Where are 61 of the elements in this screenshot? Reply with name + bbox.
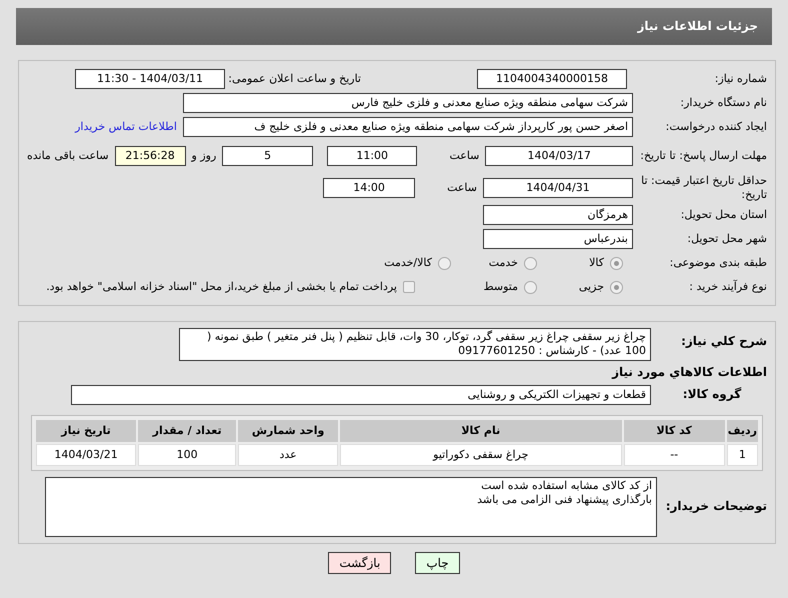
field-label: ساعت باقی مانده — [26, 149, 109, 163]
field-label: استان محل تحویل: — [680, 208, 767, 222]
column-header: تاریخ نیاز — [36, 420, 136, 442]
text-field[interactable]: قطعات و تجهیزات الکتریکی و روشنایی — [71, 384, 651, 405]
field-label: ساعت — [447, 181, 477, 195]
option-label: خدمت — [488, 256, 518, 270]
field-label: نام دستگاه خریدار: — [679, 96, 767, 110]
field-label: روز و — [192, 149, 216, 163]
text-field[interactable]: 5 — [222, 146, 313, 166]
table-cell: -- — [624, 444, 725, 466]
table-cell: 1404/03/21 — [36, 444, 136, 466]
text-field[interactable]: 21:56:28 — [114, 146, 186, 166]
checkbox[interactable] — [403, 281, 415, 293]
text-field[interactable]: 11:00 — [326, 146, 418, 166]
column-header: ردیف — [726, 420, 758, 442]
radio-button[interactable] — [524, 256, 537, 270]
radio-button[interactable] — [610, 280, 623, 294]
field-label: شماره نیاز: — [714, 72, 767, 86]
field-label: شرح کلي نياز: — [680, 333, 767, 349]
field-label: تاریخ و ساعت اعلان عمومی: — [231, 72, 361, 86]
text-field[interactable]: 1404/04/31 — [483, 178, 633, 198]
notes-field[interactable]: از کد کالای مشابه استفاده شده است بارگذاری پیشنهاد فنی الزامی می باشد — [45, 476, 657, 537]
option-label: کالا/خدمت — [384, 256, 432, 270]
field-label: ایجاد کننده درخواست: — [664, 120, 767, 134]
field-label: حداقل تاریخ اعتبار قیمت: تا تاریخ: — [640, 174, 767, 202]
table-cell: 1 — [726, 444, 758, 466]
radio-button[interactable] — [610, 256, 623, 270]
print-button[interactable]: چاپ — [415, 552, 460, 574]
column-header: تعداد / مقدار — [138, 420, 236, 442]
table-cell: عدد — [238, 444, 338, 466]
field-label: شهر محل تحویل: — [686, 232, 767, 246]
field-label: نوع فرآیند خرید : — [688, 280, 767, 294]
back-button[interactable]: بازگشت — [328, 552, 392, 574]
section-heading: اطلاعات كالاهاي مورد نياز — [610, 364, 767, 379]
column-header: نام کالا — [340, 420, 622, 442]
text-field[interactable]: بندرعباس — [483, 229, 633, 249]
text-field[interactable]: اصغر حسن پور کارپرداز شرکت سهامی منطقه ویژه صنایع معدنی و فلزی خلیج ف — [183, 117, 633, 137]
field-label: مهلت ارسال پاسخ: تا تاریخ: — [639, 149, 767, 163]
radio-button[interactable] — [438, 256, 451, 270]
text-field[interactable]: 1404/03/11 - 11:30 — [75, 69, 225, 89]
text-field[interactable]: هرمزگان — [483, 205, 633, 225]
field-label: گروه کالا: — [682, 387, 742, 402]
field-label: طبقه بندی موضوعی: — [668, 256, 767, 270]
option-label: جزیی — [578, 280, 604, 294]
option-label: کالا — [589, 256, 604, 270]
text-field[interactable]: شرکت سهامی منطقه ویژه صنایع معدنی و فلزی خلیج فارس — [183, 93, 633, 113]
buyer-contact-link[interactable]: اطلاعات تماس خریدار — [75, 120, 177, 134]
field-label: توضیحات خریدار: — [664, 499, 767, 514]
option-label: متوسط — [483, 280, 518, 294]
field-label: ساعت — [449, 149, 480, 163]
text-field[interactable]: 1404/03/17 — [485, 146, 633, 166]
table-cell: چراغ سقفی دکوراتیو — [340, 444, 622, 466]
description-field[interactable]: چراغ زیر سقفی چراغ زیر سقفی گرد، توکار، 30 وات، قابل تنظیم ( پنل فنر متغیر ) طبق نمونه ( 100 عدد) - کارشناس : 09177601250 — [179, 328, 651, 361]
table-cell: 100 — [138, 444, 236, 466]
checkbox-label: پرداخت تمام یا بخشی از مبلغ خرید،از محل "اسناد خزانه اسلامی" خواهد بود. — [46, 280, 397, 294]
text-field[interactable]: 1104004340000158 — [477, 69, 627, 89]
column-header: واحد شمارش — [238, 420, 338, 442]
radio-button[interactable] — [524, 280, 537, 294]
text-field[interactable]: 14:00 — [323, 178, 416, 198]
page-title: جزئیات اطلاعات نیاز — [637, 19, 758, 34]
column-header: کد کالا — [624, 420, 725, 442]
